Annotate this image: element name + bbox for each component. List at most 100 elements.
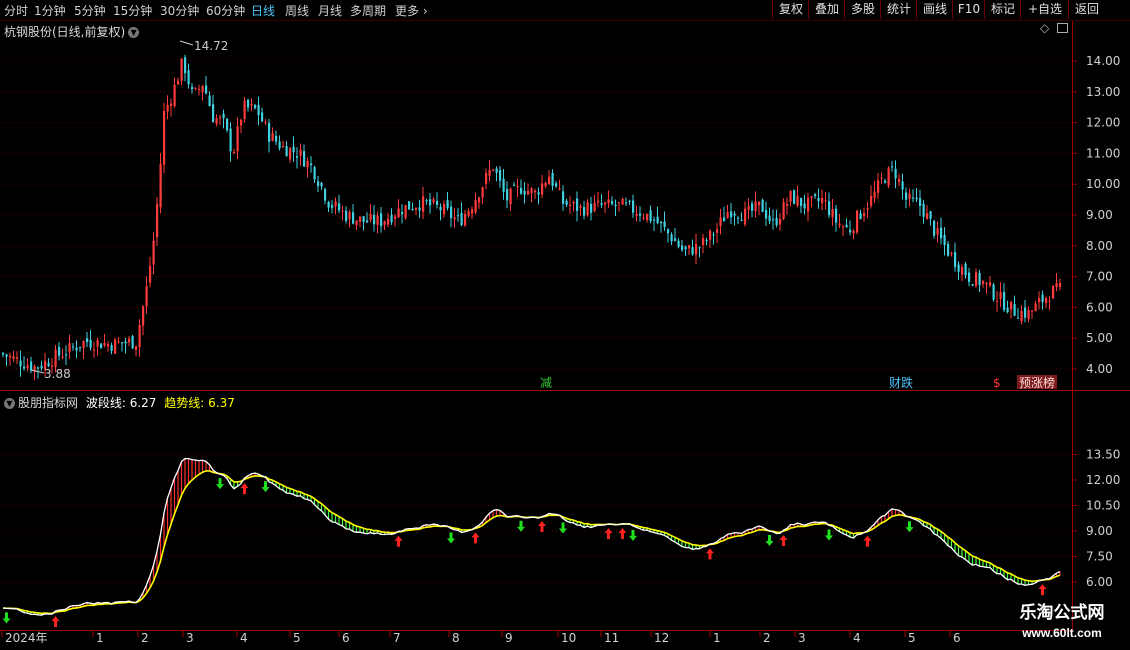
candle-body [222,113,225,119]
candle-body [296,156,299,158]
candle-body [971,284,974,286]
candle-body [243,100,246,120]
candle-body [642,217,645,219]
candle-body [156,204,159,237]
candle-body [926,213,929,220]
candle-body [719,217,722,227]
candle-body [348,211,351,220]
candle-body [100,343,103,349]
candle-body [779,218,782,225]
candle-body [695,243,698,255]
candle-body [429,199,432,206]
candle-body [653,219,656,221]
candle-body [320,182,323,187]
candle-body [866,208,869,210]
candle-body [565,200,568,205]
candle-body [817,198,820,202]
price-tick-label: 13.00 [1086,85,1120,99]
candle-body [471,209,474,214]
candle-body [131,335,134,349]
candle-body [870,195,873,206]
candle-body [597,200,600,203]
marker-dollar[interactable]: $ [993,376,1001,390]
candle-body [432,199,435,203]
candle-body [964,263,967,276]
candle-body [908,193,911,199]
candle-body [576,198,579,211]
buy-arrow-icon [618,528,627,540]
candle-body [831,209,834,218]
candle-body [936,228,939,235]
marker-reduce[interactable]: 减 [540,376,552,390]
candle-body [226,118,229,131]
candle-body [961,267,964,275]
indicator-tick-label: 9.00 [1086,524,1113,538]
candle-body [803,203,806,209]
candle-body [509,188,512,205]
candle-body [425,200,428,202]
candle-body [772,219,775,221]
candle-body [982,281,985,284]
candle-body [796,195,799,206]
candle-body [275,135,278,142]
candle-body [915,197,918,200]
candle-body [306,160,309,168]
candle-body [1010,301,1013,310]
sell-arrow-icon [261,481,270,493]
candle-body [775,217,778,226]
candle-body [464,213,467,226]
candle-body [677,240,680,247]
price-tick-label: 6.00 [1086,300,1113,314]
candle-body [502,178,505,192]
candle-body [37,367,40,369]
candle-body [975,272,978,286]
marker-finance[interactable]: 财跌 [889,375,913,390]
candle-body [177,81,180,85]
x-axis-label: 10 [561,631,576,645]
candle-body [814,194,817,197]
watermark-url: www.60lt.com [1022,626,1102,640]
candle-body [488,169,491,176]
x-axis-label: 4 [240,631,248,645]
candle-body [1024,307,1027,318]
candle-body [341,210,344,212]
candle-body [26,365,29,369]
candle-body [985,282,988,285]
candle-body [72,346,75,348]
candle-body [548,176,551,185]
candle-body [65,354,68,356]
candle-body [625,202,628,204]
indicator-tick-label: 7.50 [1086,550,1113,564]
candle-body [698,247,701,249]
candle-body [506,189,509,201]
marker-hotlist[interactable]: 预涨榜 [1019,375,1055,390]
candle-body [418,207,421,211]
candle-body [362,216,365,223]
x-axis-label: 8 [452,631,460,645]
candle-body [590,203,593,213]
candle-body [229,128,232,152]
candle-body [439,206,442,211]
candle-body [712,234,715,236]
candle-body [716,229,719,233]
candle-body [422,196,425,212]
candle-body [79,346,82,348]
x-axis-label: 3 [798,631,806,645]
candle-body [842,226,845,228]
candle-body [635,213,638,217]
candle-body [317,181,320,187]
price-tick-label: 9.00 [1086,208,1113,222]
candle-body [233,152,236,154]
candle-body [173,84,176,107]
wave-line [2,457,1061,616]
candle-body [989,282,992,286]
candle-body [292,146,295,153]
candle-body [397,208,400,218]
high-pointer [179,40,194,46]
candle-body [184,57,187,74]
candle-body [583,207,586,216]
candle-body [93,349,96,351]
candle-body [943,235,946,245]
candle-body [996,300,999,302]
candle-body [152,240,155,265]
